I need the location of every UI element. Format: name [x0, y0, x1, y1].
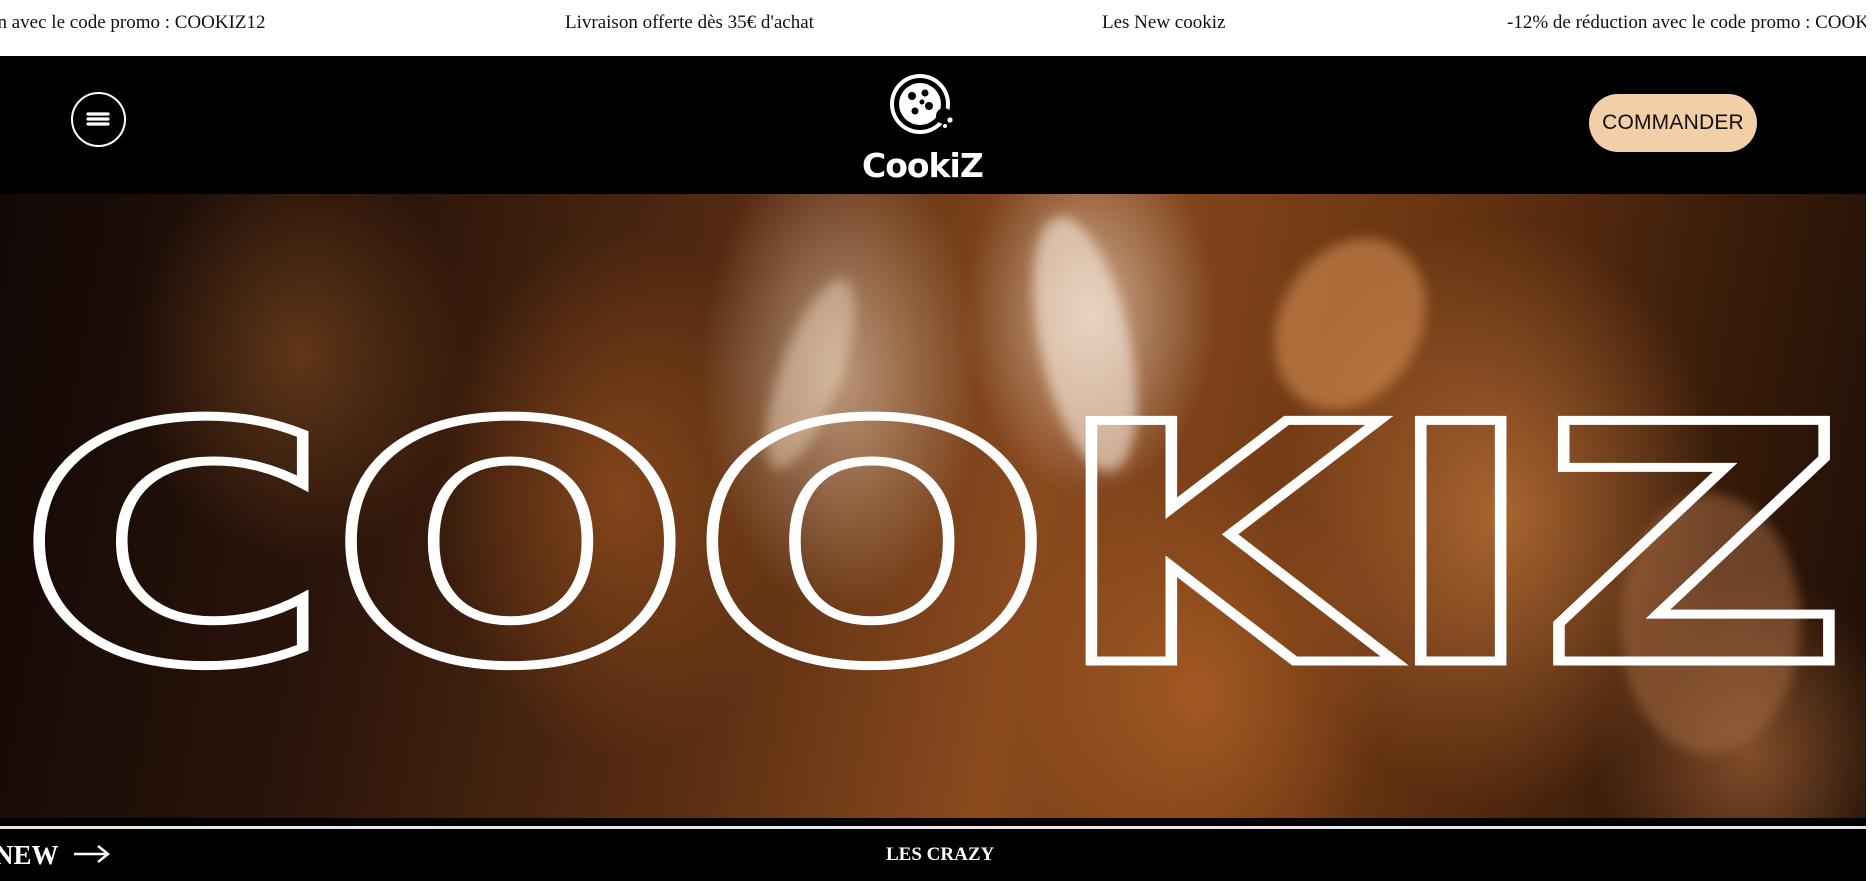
arrow-right-icon[interactable] [72, 841, 112, 867]
nav-new-link[interactable]: NEW [0, 839, 59, 871]
order-button[interactable]: COMMANDER [1589, 94, 1757, 152]
category-nav: NEW LES CRAZY [0, 829, 1866, 881]
scrollbar[interactable] [1866, 0, 1876, 881]
site-header: CookiZ COMMANDER [0, 56, 1866, 194]
nav-crazy-link[interactable]: LES CRAZY [886, 843, 994, 867]
site-logo[interactable]: CookiZ [862, 68, 984, 186]
page: on avec le code promo : COOKIZ12 Livrais… [0, 0, 1876, 881]
announcement-item: -12% de réduction avec le code promo : C… [1507, 12, 1876, 33]
logo-text: CookiZ [862, 146, 984, 185]
announcement-item: on avec le code promo : COOKIZ12 [0, 12, 266, 33]
scrollbar-thumb[interactable] [1868, 0, 1874, 881]
hero-title: COOKIZ [18, 355, 1848, 739]
hamburger-menu-icon [86, 112, 110, 126]
menu-button[interactable] [71, 92, 126, 147]
hero-banner: COOKIZ [0, 194, 1866, 818]
hero-title-graphic: COOKIZ [14, 351, 1853, 744]
announcement-item: Les New cookiz [1102, 12, 1226, 33]
announcement-item: Livraison offerte dès 35€ d'achat [565, 12, 814, 33]
announcement-bar: on avec le code promo : COOKIZ12 Livrais… [0, 0, 1876, 56]
